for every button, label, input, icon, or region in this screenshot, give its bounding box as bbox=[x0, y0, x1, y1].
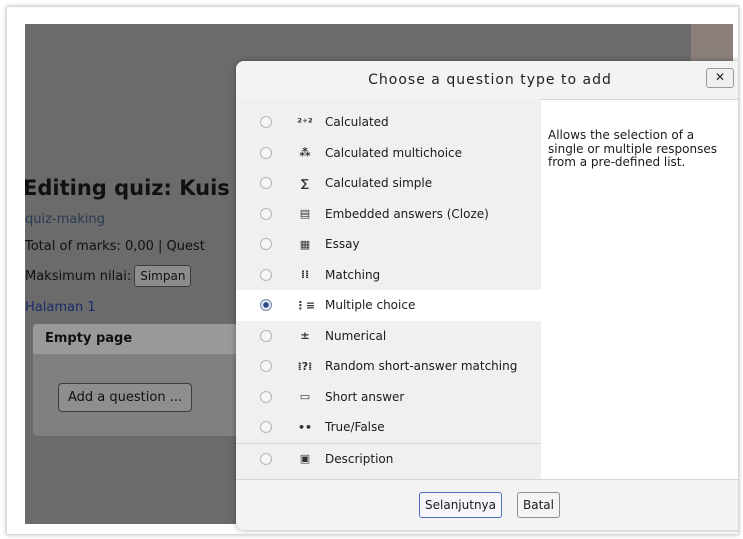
question-type-label: Calculated simple bbox=[325, 176, 433, 191]
empty-page-section: Empty page Add a question ... bbox=[33, 324, 269, 436]
description-icon: ▣ bbox=[299, 452, 311, 466]
dialog-header: Choose a question type to add ✕ bbox=[236, 61, 738, 100]
radio-button[interactable] bbox=[260, 207, 272, 220]
radio-button[interactable] bbox=[260, 238, 272, 251]
true-false-icon: •• bbox=[297, 420, 313, 434]
short-answer-icon: ▭ bbox=[299, 390, 311, 404]
question-type-option[interactable]: ▤ Embedded answers (Cloze) bbox=[236, 199, 541, 230]
question-type-dialog: Choose a question type to add ✕ ²⁺² Calcu… bbox=[236, 61, 738, 530]
radio-button[interactable] bbox=[260, 329, 272, 342]
question-type-label: True/False bbox=[325, 420, 385, 435]
next-button[interactable]: Selanjutnya bbox=[419, 492, 502, 518]
question-type-label: Multiple choice bbox=[325, 298, 416, 313]
matching-icon: ⁞⁞ bbox=[300, 268, 310, 282]
total-marks-text: Total of marks: 0,00 | Quest bbox=[25, 239, 205, 254]
question-type-label: Essay bbox=[325, 237, 360, 252]
radio-button[interactable] bbox=[260, 268, 272, 281]
numerical-icon: ± bbox=[300, 329, 310, 343]
screenshot-frame: Editing quiz: Kuis quiz-making Total of … bbox=[6, 6, 739, 535]
question-type-option[interactable]: ²⁺² Calculated bbox=[236, 107, 541, 138]
question-type-label: Numerical bbox=[325, 328, 387, 343]
question-type-label: Embedded answers (Cloze) bbox=[325, 206, 489, 221]
close-icon[interactable]: ✕ bbox=[706, 68, 734, 88]
question-type-label: Calculated bbox=[325, 115, 389, 130]
question-type-option[interactable]: ▦ Essay bbox=[236, 229, 541, 260]
radio-button[interactable] bbox=[260, 421, 272, 434]
question-type-label: Description bbox=[325, 451, 394, 466]
dialog-footer: Selanjutnya Batal bbox=[236, 479, 738, 530]
radio-button[interactable] bbox=[260, 390, 272, 403]
quiz-making-link[interactable]: quiz-making bbox=[25, 212, 105, 227]
question-type-list: ²⁺² Calculated ⁂ Calculated multichoice ∑ Cal… bbox=[236, 107, 541, 474]
question-type-option[interactable]: ⁂ Calculated multichoice bbox=[236, 138, 541, 169]
calculated-simple-icon: ∑ bbox=[301, 176, 309, 190]
page-link[interactable]: Halaman 1 bbox=[25, 300, 96, 315]
question-type-option[interactable]: •• True/False bbox=[236, 412, 541, 443]
radio-button[interactable] bbox=[260, 452, 272, 465]
radio-button[interactable] bbox=[260, 360, 272, 373]
save-button[interactable]: Simpan bbox=[134, 265, 192, 287]
random-short-answer-icon: ⁞?⁞ bbox=[297, 359, 313, 373]
question-type-summary: Allows the selection of a single or mult… bbox=[548, 128, 718, 169]
question-type-option[interactable]: ⁞⁞ Matching bbox=[236, 260, 541, 291]
multiple-choice-icon: ⋮≡ bbox=[294, 298, 316, 312]
question-type-option[interactable]: ▣ Description bbox=[236, 442, 541, 475]
radio-button[interactable] bbox=[260, 299, 272, 312]
radio-button[interactable] bbox=[260, 177, 272, 190]
empty-page-heading: Empty page bbox=[33, 324, 253, 354]
cloze-icon: ▤ bbox=[299, 207, 311, 221]
question-type-label: Random short-answer matching bbox=[325, 359, 518, 374]
radio-button[interactable] bbox=[260, 116, 272, 129]
question-type-label: Short answer bbox=[325, 389, 405, 404]
question-type-label: Calculated multichoice bbox=[325, 145, 463, 160]
calculated-icon: ²⁺² bbox=[297, 115, 313, 129]
essay-icon: ▦ bbox=[299, 237, 311, 251]
add-question-button[interactable]: Add a question ... bbox=[58, 383, 193, 412]
question-type-label: Matching bbox=[325, 267, 381, 282]
dialog-title: Choose a question type to add bbox=[368, 72, 612, 88]
question-type-option[interactable]: ⁞?⁞ Random short-answer matching bbox=[236, 351, 541, 382]
cancel-button[interactable]: Batal bbox=[517, 492, 560, 518]
max-grade-label: Maksimum nilai: bbox=[25, 268, 132, 284]
question-type-option[interactable]: ▭ Short answer bbox=[236, 382, 541, 413]
question-type-option[interactable]: ± Numerical bbox=[236, 321, 541, 352]
radio-button[interactable] bbox=[260, 146, 272, 159]
question-type-option[interactable]: ∑ Calculated simple bbox=[236, 168, 541, 199]
page-title: Editing quiz: Kuis bbox=[25, 176, 230, 200]
question-type-option[interactable]: ⋮≡ Multiple choice bbox=[236, 290, 541, 321]
max-grade-row: Maksimum nilai: Simpan bbox=[25, 265, 192, 287]
calculated-multichoice-icon: ⁂ bbox=[299, 146, 311, 160]
